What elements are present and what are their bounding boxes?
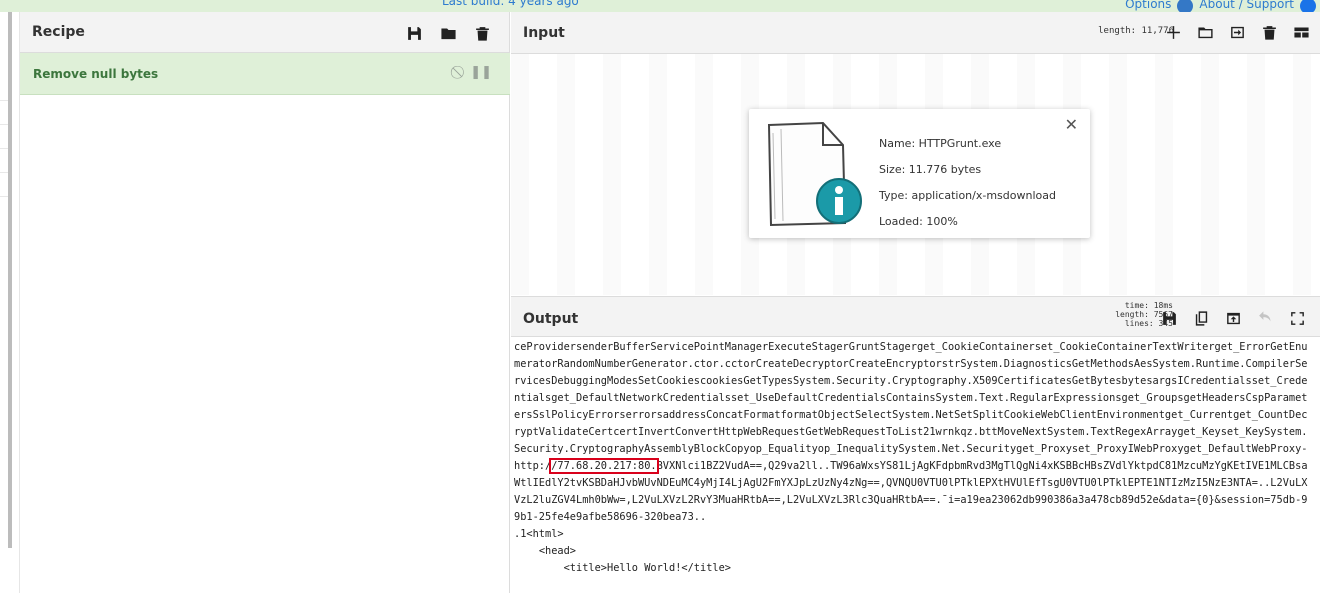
file-details-card: ✕ Name: HTTPGrunt.exe Size: 11.776 bytes… — [749, 109, 1090, 238]
file-type: Type: application/x-msdownload — [879, 189, 1056, 202]
input-panel: Input length: 11,776 ✕ Name: HTTPGrunt.e… — [511, 12, 1320, 295]
top-banner: Last build: 4 years ago Options About / … — [0, 0, 1320, 12]
load-recipe-folder-icon[interactable] — [439, 24, 457, 42]
file-name: Name: HTTPGrunt.exe — [879, 137, 1002, 150]
undo-icon[interactable] — [1256, 309, 1274, 327]
about-link[interactable]: About / Support — [1199, 0, 1294, 11]
output-title: Output — [523, 311, 579, 327]
open-folder-icon[interactable] — [1196, 23, 1214, 41]
pause-operation-icon[interactable]: ❚❚ — [470, 65, 492, 80]
help-icon[interactable] — [1300, 0, 1316, 12]
options-link[interactable]: Options — [1125, 0, 1171, 11]
input-title: Input — [523, 25, 565, 41]
panel-resize-handle[interactable] — [8, 12, 12, 548]
input-length: length: 11,776 — [1098, 26, 1174, 36]
save-recipe-icon[interactable] — [405, 24, 423, 42]
close-icon[interactable]: ✕ — [1065, 115, 1078, 134]
recipe-title: Recipe — [32, 24, 85, 40]
maximise-output-icon[interactable] — [1288, 309, 1306, 327]
copy-output-icon[interactable] — [1192, 309, 1210, 327]
recipe-panel: Recipe Remove null bytes ⃠ ❚❚ — [20, 12, 510, 593]
clear-input-trash-icon[interactable] — [1260, 23, 1278, 41]
open-file-input-icon[interactable] — [1228, 23, 1246, 41]
recipe-operation-remove-null-bytes[interactable]: Remove null bytes ⃠ ❚❚ — [20, 53, 510, 95]
recipe-header: Recipe — [20, 12, 509, 53]
output-text-after: BVXNlci1BZ2VudA==,Q29va2ll..TW96aWxsYS81… — [514, 460, 1308, 574]
highlighted-ip-address: /77.68.20.217:80. — [549, 458, 659, 474]
input-header: Input length: 11,776 — [511, 12, 1320, 54]
banner-links: Options About / Support — [1125, 0, 1316, 12]
output-header: Output time: 18ms length: 7567 lines: 34… — [511, 297, 1320, 337]
operations-list-edge — [0, 100, 8, 200]
gear-icon[interactable] — [1177, 0, 1194, 12]
save-output-icon[interactable] — [1160, 309, 1178, 327]
replace-input-with-output-icon[interactable] — [1224, 309, 1242, 327]
input-text-area[interactable]: ✕ Name: HTTPGrunt.exe Size: 11.776 bytes… — [511, 54, 1320, 295]
reset-layout-icon[interactable] — [1292, 23, 1310, 41]
file-loaded: Loaded: 100% — [879, 215, 958, 228]
file-size: Size: 11.776 bytes — [879, 163, 982, 176]
output-panel: Output time: 18ms length: 7567 lines: 34… — [511, 296, 1320, 593]
operations-panel-edge — [0, 12, 20, 593]
clear-recipe-trash-icon[interactable] — [473, 24, 491, 42]
add-tab-plus-icon[interactable] — [1164, 23, 1182, 41]
file-info-icon — [767, 121, 862, 227]
output-text-area[interactable]: ceProvidersenderBufferServicePointManage… — [511, 339, 1320, 594]
last-build-text: Last build: 4 years ago — [442, 0, 579, 8]
operation-name: Remove null bytes — [33, 67, 159, 81]
output-text-before: ceProvidersenderBufferServicePointManage… — [514, 341, 1308, 472]
